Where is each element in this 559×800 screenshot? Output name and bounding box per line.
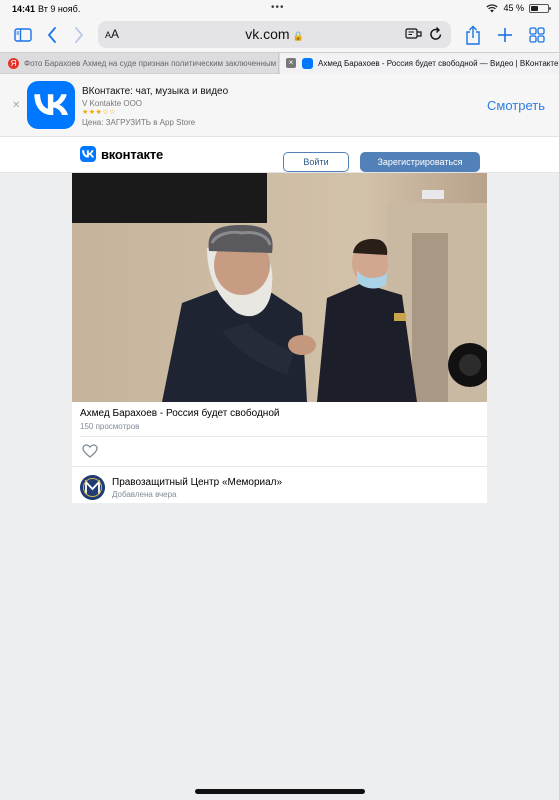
tab-active[interactable]: × Ахмед Барахоев - Россия будет свободно… (280, 53, 559, 74)
video-card: Ахмед Барахоев - Россия будет свободной … (72, 173, 487, 503)
vk-logo[interactable]: вконтакте (80, 146, 163, 162)
lock-icon: 🔒 (292, 31, 304, 41)
battery-percent: 45 % (503, 3, 524, 13)
author-added-date: Добавлена вчера (112, 490, 177, 499)
close-tab-icon[interactable]: × (286, 58, 296, 68)
tab-title: Ахмед Барахоев - Россия будет свободной … (318, 59, 559, 68)
video-views: 150 просмотров (80, 422, 140, 431)
app-store-banner: ✕ ВКонтакте: чат, музыка и видео V Konta… (0, 74, 559, 137)
vk-header: вконтакте Войти Зарегистрироваться (0, 137, 559, 173)
reader-device-icon[interactable] (405, 27, 423, 46)
app-developer: V Kontakte OOO (82, 99, 143, 108)
tab-bar: Я Фото Барахоев Ахмед на суде признан по… (0, 52, 559, 74)
address-bar[interactable]: AAAA vk.com🔒 (98, 21, 451, 48)
wifi-icon (486, 3, 499, 12)
app-rating-stars: ★★★☆☆ (82, 109, 116, 116)
sidebar-icon[interactable] (12, 23, 34, 47)
close-banner-icon[interactable]: ✕ (12, 100, 20, 111)
share-icon[interactable] (462, 23, 484, 47)
status-bar: 14:41 Вт 9 нояб. ••• 45 % (0, 0, 559, 18)
view-app-button[interactable]: Смотреть (487, 98, 545, 113)
vk-favicon-icon (302, 58, 313, 69)
url-text: vk.com (245, 26, 290, 42)
login-button[interactable]: Войти (283, 152, 349, 172)
tab-overview-icon[interactable] (526, 23, 548, 47)
status-date: Вт 9 нояб. (38, 4, 81, 14)
battery-icon (529, 3, 551, 13)
app-price: Цена: ЗАГРУЗИТЬ в App Store (82, 118, 196, 127)
vk-logo-icon (80, 146, 96, 162)
reload-icon[interactable] (429, 26, 443, 47)
vk-logo-text: вконтакте (101, 146, 164, 162)
author-name[interactable]: Правозащитный Центр «Мемориал» (112, 477, 282, 488)
back-chevron-icon[interactable] (44, 23, 60, 47)
divider (80, 436, 487, 437)
status-time: 14:41 (12, 4, 36, 14)
forward-chevron-icon[interactable] (71, 23, 87, 47)
divider (72, 466, 487, 467)
register-button[interactable]: Зарегистрироваться (360, 152, 480, 172)
home-indicator (195, 789, 365, 794)
tab-inactive[interactable]: Я Фото Барахоев Ахмед на суде признан по… (0, 53, 279, 74)
multitasking-dots-icon[interactable]: ••• (271, 2, 285, 13)
browser-toolbar: AAAA vk.com🔒 (0, 18, 559, 52)
tab-title: Фото Барахоев Ахмед на суде признан поли… (24, 59, 277, 68)
like-heart-icon[interactable] (82, 444, 98, 463)
video-title[interactable]: Ахмед Барахоев - Россия будет свободной (80, 408, 279, 419)
vk-app-icon (27, 81, 75, 129)
author-avatar[interactable] (80, 475, 105, 500)
yandex-favicon-icon: Я (8, 58, 19, 69)
video-player[interactable] (72, 173, 487, 402)
new-tab-plus-icon[interactable] (494, 23, 516, 47)
app-title: ВКонтакте: чат, музыка и видео (82, 86, 229, 97)
